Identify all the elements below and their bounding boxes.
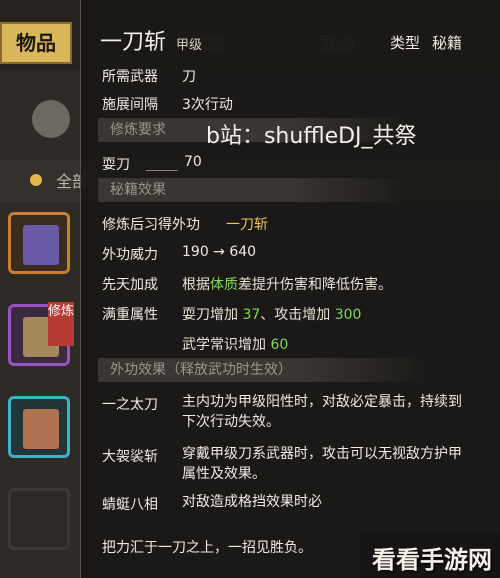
item-title: 一刀斩 (100, 30, 167, 55)
inventory-slot[interactable] (8, 396, 70, 458)
full-weight-label: 满重属性 (102, 307, 158, 323)
book-icon (23, 225, 59, 265)
weapon-label: 所需武器 (102, 69, 158, 85)
skill1-line1: 主内功为甲级阳性时，对敌必定暴击，持续到 (182, 394, 462, 410)
inventory-slot[interactable] (8, 212, 70, 274)
skill2-line1: 穿戴甲级刀系武器时，攻击可以无视敌方护甲 (182, 446, 462, 462)
type-value: 秘籍 (432, 34, 463, 52)
book-icon (23, 409, 59, 449)
full-weight-line1: 耍刀增加 37、攻击增加 300 (182, 304, 361, 324)
skill2-label: 大袈裟斩 (102, 449, 158, 465)
inventory-slot[interactable] (8, 488, 70, 550)
tab-items[interactable]: 物品 (0, 22, 72, 64)
interval-value: 3次行动 (182, 97, 233, 113)
section-release: 外功效果（释放武功时生效） (98, 358, 430, 382)
innate-post: 差提升伤害和降低伤害。 (238, 277, 392, 293)
section-effects: 秘籍效果 (98, 178, 410, 202)
power-value: 190 → 640 (182, 244, 257, 260)
full-bonus-1-value: 37 (242, 307, 261, 323)
character-avatar[interactable] (32, 100, 70, 138)
requirement-value: 70 (184, 154, 202, 170)
skill1-label: 一之太刀 (102, 397, 158, 413)
train-tag-badge: 修炼 (48, 302, 74, 346)
innate-pre: 根据 (182, 277, 210, 293)
skill1-line2: 下次行动失效。 (182, 414, 280, 430)
full-bonus-2-value: 300 (334, 307, 362, 323)
requirement-divider (140, 162, 184, 178)
skill2-desc: 穿戴甲级刀系武器时，攻击可以无视敌方护甲 属性及效果。 (182, 444, 462, 484)
full-bonus-3-value: 60 (270, 337, 289, 353)
weapon-value: 刀 (182, 69, 196, 85)
skill1-desc: 主内功为甲级阳性时，对敌必定暴击，持续到 下次行动失效。 (182, 392, 462, 432)
requirement-label: 耍刀 (102, 157, 130, 173)
full-bonus-1: 耍刀增加 (182, 307, 238, 323)
learn-label: 修炼后习得外功 (102, 217, 200, 233)
innate-text: 根据体质差提升伤害和降低伤害。 (182, 274, 392, 294)
filter-radio-icon[interactable] (30, 174, 42, 186)
flavor-text: 把力汇于一刀之上，一招见胜负。 (102, 540, 312, 556)
skill2-line2: 属性及效果。 (182, 466, 266, 482)
full-bonus-3: 武学常识增加 (182, 337, 266, 353)
watermark-text: b站：shuffleDJ_共祭 (206, 124, 417, 149)
innate-label: 先天加成 (102, 277, 158, 293)
skill3-desc: 对敌造成格挡效果时必 (182, 492, 322, 512)
learn-value: 一刀斩 (226, 217, 268, 233)
skill3-line1: 对敌造成格挡效果时必 (182, 494, 322, 510)
type-label: 类型 (390, 34, 421, 52)
full-weight-line2: 武学常识增加 60 (182, 334, 288, 354)
item-grade: 甲级 (176, 38, 203, 53)
interval-label: 施展间隔 (102, 97, 158, 113)
skill3-label: 蜻蜓八相 (102, 497, 158, 513)
full-bonus-2: 、攻击增加 (260, 307, 331, 323)
power-label: 外功威力 (102, 247, 158, 263)
innate-attr: 体质 (210, 277, 238, 293)
site-brand-logo: 看看手游网 (372, 546, 492, 574)
